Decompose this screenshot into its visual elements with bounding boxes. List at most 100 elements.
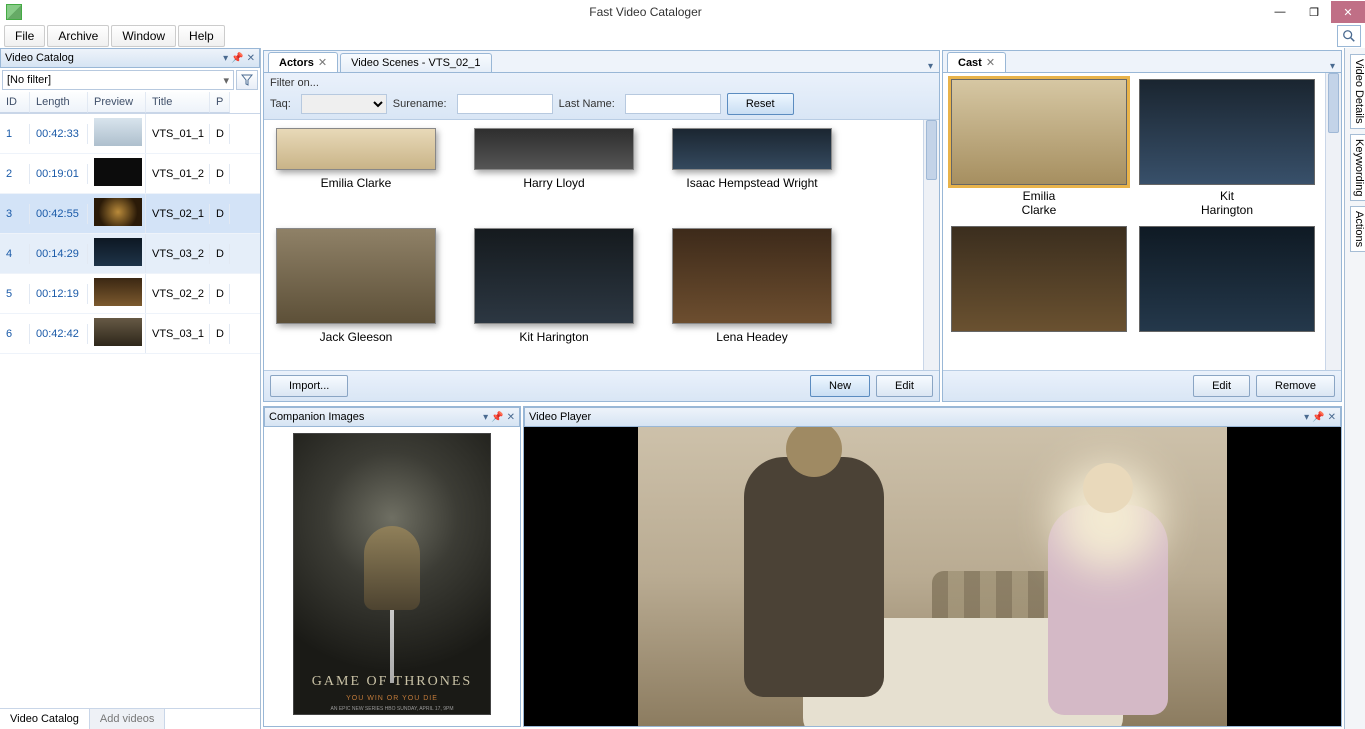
catalog-bottom-tabs: Video Catalog Add videos (0, 708, 260, 729)
actors-panel: Actors✕ Video Scenes - VTS_02_1 ▾ Filter… (263, 50, 940, 402)
actor-card[interactable]: Isaac Hempstead Wright (668, 128, 836, 208)
actor-name: Kit Harington (519, 330, 588, 344)
tab-actions[interactable]: Actions (1350, 206, 1365, 252)
tab-keywording[interactable]: Keywording (1350, 134, 1365, 201)
panel-dropdown-icon[interactable]: ▾ (928, 61, 933, 72)
panel-dropdown-icon[interactable]: ▾ (1330, 61, 1335, 72)
actor-card[interactable]: Jack Gleeson (272, 228, 440, 362)
minimize-button[interactable]: — (1263, 1, 1297, 23)
row-thumbnail (94, 198, 142, 226)
catalog-row[interactable]: 6 00:42:42 VTS_03_1 D (0, 314, 260, 354)
filter-heading: Filter on... (270, 77, 929, 89)
edit-button[interactable]: Edit (876, 375, 933, 397)
tab-add-videos[interactable]: Add videos (90, 709, 165, 729)
new-button[interactable]: New (810, 375, 870, 397)
menubar: File Archive Window Help (0, 24, 1365, 48)
panel-pin-icon[interactable]: 📌 (491, 412, 503, 423)
cast-card[interactable]: EmiliaClarke (949, 79, 1129, 218)
cast-footer: Edit Remove (943, 370, 1341, 401)
global-search-button[interactable] (1337, 25, 1361, 47)
actor-thumbnail (276, 228, 436, 324)
actor-card[interactable]: Emilia Clarke (272, 128, 440, 208)
cast-card[interactable] (1137, 226, 1317, 332)
catalog-filter-select[interactable]: [No filter] (2, 70, 234, 90)
close-icon[interactable]: ✕ (986, 56, 995, 69)
companion-poster[interactable]: GAME OF THRONES YOU WIN OR YOU DIE AN EP… (293, 433, 491, 715)
video-player-viewport[interactable] (524, 427, 1341, 726)
actor-card[interactable]: Kit Harington (470, 228, 638, 362)
row-thumbnail (94, 278, 142, 306)
surename-input[interactable] (457, 94, 553, 114)
actor-thumbnail (672, 128, 832, 170)
cast-thumbnail (951, 79, 1127, 185)
cast-scrollbar[interactable] (1325, 73, 1341, 370)
actors-tab-strip: Actors✕ Video Scenes - VTS_02_1 ▾ (264, 51, 939, 73)
poster-title: GAME OF THRONES (294, 674, 490, 690)
cast-remove-button[interactable]: Remove (1256, 375, 1335, 397)
catalog-grid-header: ID Length Preview Title P (0, 92, 260, 114)
menu-window[interactable]: Window (111, 25, 176, 47)
panel-pin-icon[interactable]: 📌 (231, 53, 243, 64)
actor-name: Harry Lloyd (523, 176, 584, 190)
actor-thumbnail (672, 228, 832, 324)
row-thumbnail (94, 118, 142, 146)
menu-file[interactable]: File (4, 25, 45, 47)
row-thumbnail (94, 318, 142, 346)
cast-thumbnail (1139, 226, 1315, 332)
tab-video-scenes[interactable]: Video Scenes - VTS_02_1 (340, 53, 491, 72)
funnel-icon (241, 74, 253, 86)
catalog-row[interactable]: 1 00:42:33 VTS_01_1 D (0, 114, 260, 154)
reset-button[interactable]: Reset (727, 93, 794, 115)
companion-title: Companion Images (269, 411, 480, 423)
actor-name: Isaac Hempstead Wright (686, 176, 817, 190)
companion-images-panel: Companion Images ▾ 📌 ✕ GAME OF THRONES Y… (263, 406, 521, 727)
actor-card[interactable]: Harry Lloyd (470, 128, 638, 208)
panel-dropdown-icon[interactable]: ▾ (223, 53, 228, 64)
panel-close-icon[interactable]: ✕ (247, 53, 255, 64)
panel-pin-icon[interactable]: 📌 (1312, 412, 1324, 423)
menu-archive[interactable]: Archive (47, 25, 109, 47)
actor-thumbnail (276, 128, 436, 170)
cast-card[interactable]: KitHarington (1137, 79, 1317, 218)
tab-actors[interactable]: Actors✕ (268, 52, 338, 72)
catalog-row[interactable]: 3 00:42:55 VTS_02_1 D (0, 194, 260, 234)
cast-edit-button[interactable]: Edit (1193, 375, 1250, 397)
tab-cast[interactable]: Cast✕ (947, 52, 1006, 72)
poster-subtitle: YOU WIN OR YOU DIE (294, 695, 490, 702)
panel-dropdown-icon[interactable]: ▾ (483, 412, 488, 423)
col-id[interactable]: ID (0, 92, 30, 113)
panel-close-icon[interactable]: ✕ (507, 412, 515, 423)
cast-name: KitHarington (1201, 189, 1253, 218)
surename-label: Surename: (393, 98, 447, 110)
video-catalog-title: Video Catalog (5, 52, 220, 64)
catalog-row[interactable]: 4 00:14:29 VTS_03_2 D (0, 234, 260, 274)
catalog-row[interactable]: 5 00:12:19 VTS_02_2 D (0, 274, 260, 314)
catalog-grid-body: 1 00:42:33 VTS_01_1 D 2 00:19:01 VTS_01_… (0, 114, 260, 354)
tab-video-catalog[interactable]: Video Catalog (0, 709, 90, 729)
actors-scrollbar[interactable] (923, 120, 939, 370)
menu-help[interactable]: Help (178, 25, 225, 47)
catalog-row[interactable]: 2 00:19:01 VTS_01_2 D (0, 154, 260, 194)
col-p[interactable]: P (210, 92, 230, 113)
catalog-filter-button[interactable] (236, 70, 258, 90)
app-icon (6, 4, 22, 20)
import-button[interactable]: Import... (270, 375, 348, 397)
col-preview[interactable]: Preview (88, 92, 146, 113)
close-icon[interactable]: ✕ (318, 56, 327, 69)
actors-filter-bar: Filter on... Taq: Surename: Last Name: R… (264, 73, 939, 120)
tag-select[interactable] (301, 94, 387, 114)
video-player-panel: Video Player ▾ 📌 ✕ (523, 406, 1342, 727)
actor-card[interactable]: Lena Headey (668, 228, 836, 362)
actor-name: Lena Headey (716, 330, 787, 344)
col-title[interactable]: Title (146, 92, 210, 113)
maximize-button[interactable]: ❐ (1297, 1, 1331, 23)
tab-video-details[interactable]: Video Details (1350, 54, 1365, 129)
panel-dropdown-icon[interactable]: ▾ (1304, 412, 1309, 423)
cast-card[interactable] (949, 226, 1129, 332)
lastname-input[interactable] (625, 94, 721, 114)
video-catalog-panel: Video Catalog ▾ 📌 ✕ [No filter] ID Lengt… (0, 48, 261, 729)
close-button[interactable]: ✕ (1331, 1, 1365, 23)
col-length[interactable]: Length (30, 92, 88, 113)
companion-header: Companion Images ▾ 📌 ✕ (264, 407, 520, 427)
panel-close-icon[interactable]: ✕ (1328, 412, 1336, 423)
